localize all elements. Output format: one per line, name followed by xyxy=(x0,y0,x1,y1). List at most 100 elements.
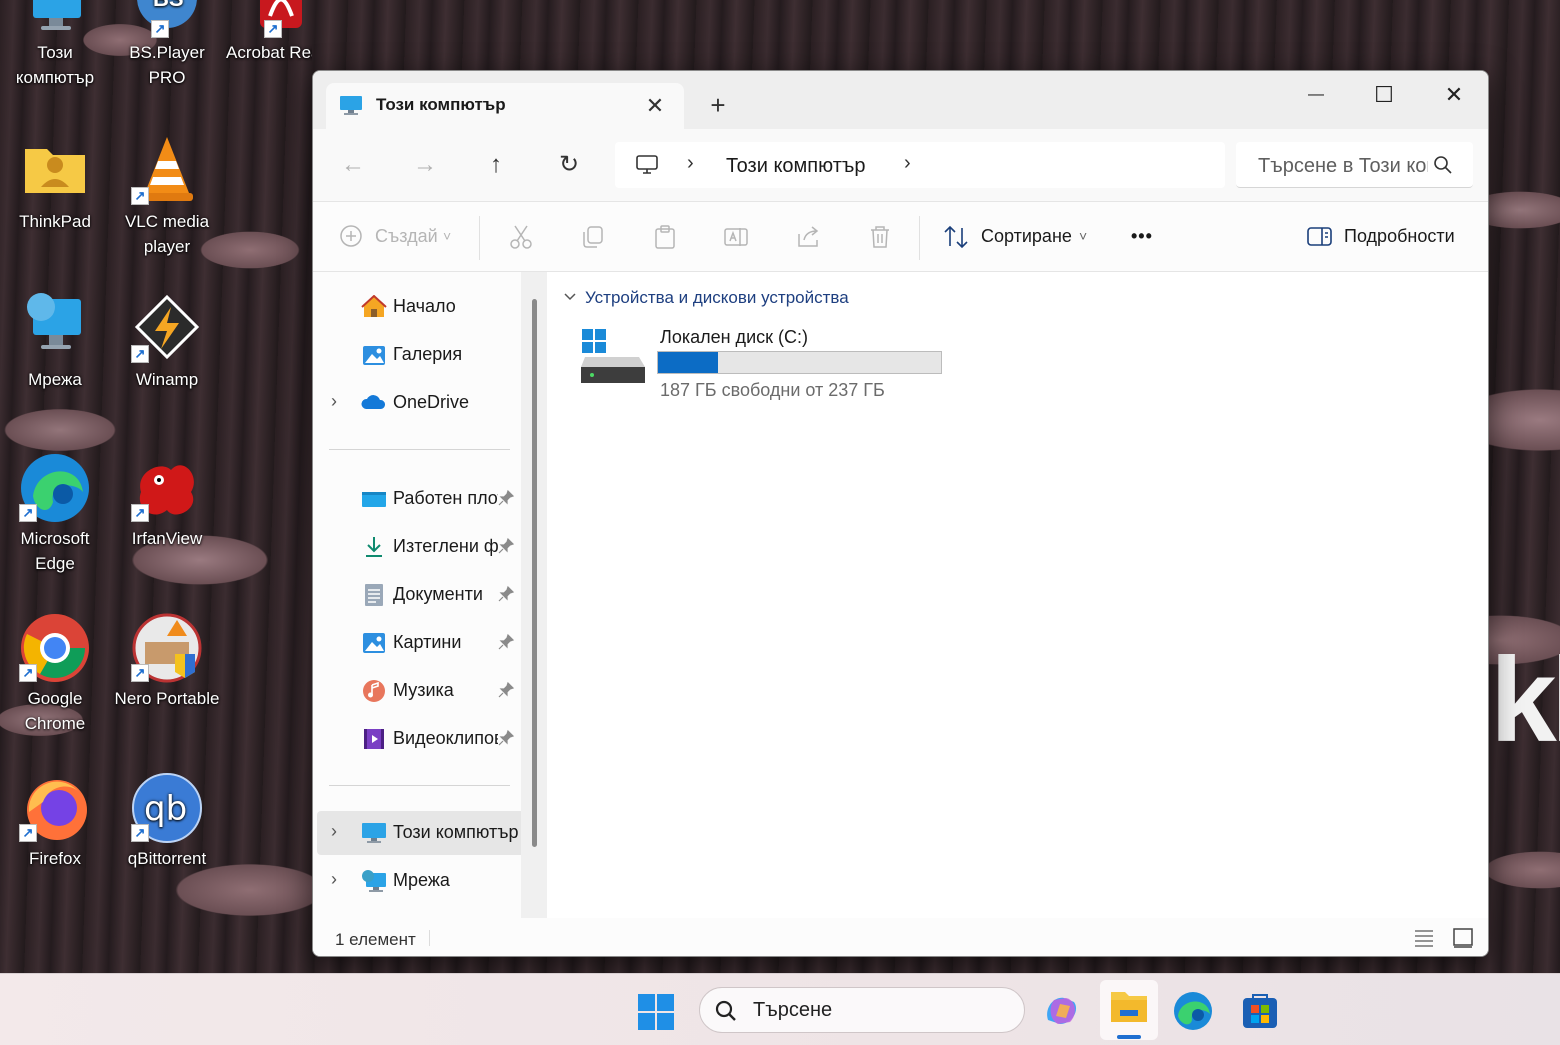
paste-icon[interactable] xyxy=(652,224,680,252)
search-placeholder: Търсене в Този компютър xyxy=(1258,155,1428,177)
network-icon xyxy=(19,293,91,365)
cut-icon[interactable] xyxy=(508,224,536,252)
sidebar-item-pictures[interactable]: Картини xyxy=(313,621,521,665)
expand-chevron-icon[interactable]: › xyxy=(331,821,337,842)
item-count: 1 елемент xyxy=(335,930,416,949)
delete-icon[interactable] xyxy=(867,224,895,252)
pin-icon[interactable] xyxy=(497,633,515,651)
microsoft-store-icon[interactable] xyxy=(1239,990,1289,1040)
svg-text:BS: BS xyxy=(153,0,184,11)
refresh-button[interactable]: ↻ xyxy=(549,147,589,183)
vlc-icon: ↗ xyxy=(131,135,203,207)
search-icon xyxy=(714,999,738,1023)
group-header-devices[interactable]: Устройства и дискови устройства xyxy=(585,288,849,308)
sidebar-item-desktop[interactable]: Работен плот xyxy=(313,477,521,521)
breadcrumb-chevron[interactable]: › xyxy=(687,152,694,175)
desktop-icon-label: VLC media player xyxy=(124,212,210,256)
file-list-area: Устройства и дискови устройства Локален … xyxy=(547,272,1488,918)
expand-chevron-icon[interactable]: › xyxy=(331,391,337,412)
desktop-icon-label: Google Chrome xyxy=(24,689,86,733)
tab-this-pc[interactable]: Този компютър ✕ xyxy=(326,83,684,129)
hard-drive-icon xyxy=(581,327,647,385)
tiles-view-icon[interactable] xyxy=(1451,926,1475,950)
desktop-icon-this-pc[interactable]: Този компютър xyxy=(1,0,109,90)
drive-usage-fill xyxy=(658,352,718,373)
sidebar-item-onedrive[interactable]: › OneDrive xyxy=(313,381,521,425)
share-icon[interactable] xyxy=(795,224,823,252)
sidebar-item-home[interactable]: Начало xyxy=(313,285,521,329)
shortcut-arrow-icon: ↗ xyxy=(19,504,37,522)
sidebar-item-this-pc[interactable]: › Този компютър xyxy=(317,811,525,855)
desktop-icon-irfanview[interactable]: ↗ IrfanView xyxy=(113,452,221,551)
desktop-icon-label: ThinkPad xyxy=(19,212,91,231)
desktop-icon-edge[interactable]: ↗ Microsoft Edge xyxy=(1,452,109,576)
desktop-icon-winamp[interactable]: ↗ Winamp xyxy=(113,293,221,392)
shortcut-arrow-icon: ↗ xyxy=(19,824,37,842)
sidebar-item-music[interactable]: Музика xyxy=(313,669,521,713)
taskbar-file-explorer[interactable] xyxy=(1100,980,1158,1040)
search-icon xyxy=(1432,154,1454,176)
details-view-icon[interactable] xyxy=(1412,926,1436,950)
more-options-button[interactable]: ••• xyxy=(1131,218,1153,254)
home-icon xyxy=(361,294,387,319)
search-box[interactable]: Търсене в Този компютър xyxy=(1236,142,1473,188)
copilot-icon[interactable] xyxy=(1040,990,1090,1040)
divider xyxy=(919,216,920,260)
create-label: Създай xyxy=(375,226,438,246)
breadcrumb-chevron[interactable]: › xyxy=(904,152,911,175)
create-button[interactable]: Създай ˅ xyxy=(339,202,459,272)
shortcut-arrow-icon: ↗ xyxy=(264,20,282,38)
wallpaper-brand-logo: kl xyxy=(1490,640,1560,760)
sort-button[interactable]: Сортиране ˅ xyxy=(943,202,1093,272)
minimize-button[interactable]: — xyxy=(1286,75,1346,115)
chevron-down-icon[interactable] xyxy=(563,290,577,304)
edge-icon[interactable] xyxy=(1172,990,1222,1040)
pin-icon[interactable] xyxy=(497,489,515,507)
sidebar-scrollbar-thumb[interactable] xyxy=(532,299,537,847)
pin-icon[interactable] xyxy=(497,537,515,555)
desktop-icon-label: Nero Portable xyxy=(114,689,220,708)
desktop-icon-vlc[interactable]: ↗ VLC media player xyxy=(113,135,221,259)
tab-close-button[interactable]: ✕ xyxy=(640,91,670,121)
divider xyxy=(479,216,480,260)
desktop-icon-nero[interactable]: ↗ Nero Portable xyxy=(113,612,221,711)
desktop-icon-bsplayer[interactable]: BS ↗ BS.Player PRO xyxy=(113,0,221,90)
chrome-icon: ↗ xyxy=(19,612,91,684)
details-pane-button[interactable]: Подробности xyxy=(1307,202,1467,272)
pin-icon[interactable] xyxy=(497,729,515,747)
navigation-pane: Начало Галерия › OneDrive Работен плот И… xyxy=(313,272,535,918)
desktop-icon-network[interactable]: Мрежа xyxy=(1,293,109,392)
up-button[interactable]: ↑ xyxy=(476,147,516,183)
copy-icon[interactable] xyxy=(580,224,608,252)
sidebar-item-videos[interactable]: Видеоклипове xyxy=(313,717,521,761)
desktop-icon-acrobat[interactable]: ↗ Acrobat Reader DC xyxy=(226,0,334,65)
maximize-button[interactable]: ☐ xyxy=(1354,75,1414,115)
sidebar-item-documents[interactable]: Документи xyxy=(313,573,521,617)
active-app-indicator xyxy=(1117,1035,1141,1039)
rename-icon[interactable] xyxy=(723,224,751,252)
desktop-icon-thinkpad[interactable]: ThinkPad xyxy=(1,135,109,234)
start-button[interactable] xyxy=(636,992,686,1042)
qbittorrent-icon: qb ↗ xyxy=(131,772,203,844)
file-explorer-window: Този компютър ✕ + — ☐ ✕ ← → ↑ ↻ › Този к… xyxy=(312,70,1489,957)
network-icon xyxy=(361,869,387,893)
back-button[interactable]: ← xyxy=(333,147,373,183)
sidebar-item-network[interactable]: › Мрежа xyxy=(313,859,521,903)
sidebar-item-gallery[interactable]: Галерия xyxy=(313,333,521,377)
expand-chevron-icon[interactable]: › xyxy=(331,869,337,890)
sidebar-item-label: Галерия xyxy=(393,344,463,364)
pin-icon[interactable] xyxy=(497,681,515,699)
taskbar-search-box[interactable]: Търсене xyxy=(699,987,1025,1033)
desktop-icon-chrome[interactable]: ↗ Google Chrome xyxy=(1,612,109,736)
user-folder-icon xyxy=(19,135,91,207)
address-bar[interactable]: › Този компютър › xyxy=(615,142,1225,188)
sidebar-item-label: Изтеглени файлове xyxy=(393,536,498,556)
breadcrumb-this-pc[interactable]: Този компютър xyxy=(726,155,865,178)
sidebar-item-downloads[interactable]: Изтеглени файлове xyxy=(313,525,521,569)
close-button[interactable]: ✕ xyxy=(1424,75,1484,115)
desktop-icon-firefox[interactable]: ↗ Firefox xyxy=(1,772,109,871)
desktop-icon-qbittorrent[interactable]: qb ↗ qBittorrent xyxy=(113,772,221,871)
forward-button[interactable]: → xyxy=(405,147,445,183)
new-tab-button[interactable]: + xyxy=(703,91,733,121)
pin-icon[interactable] xyxy=(497,585,515,603)
